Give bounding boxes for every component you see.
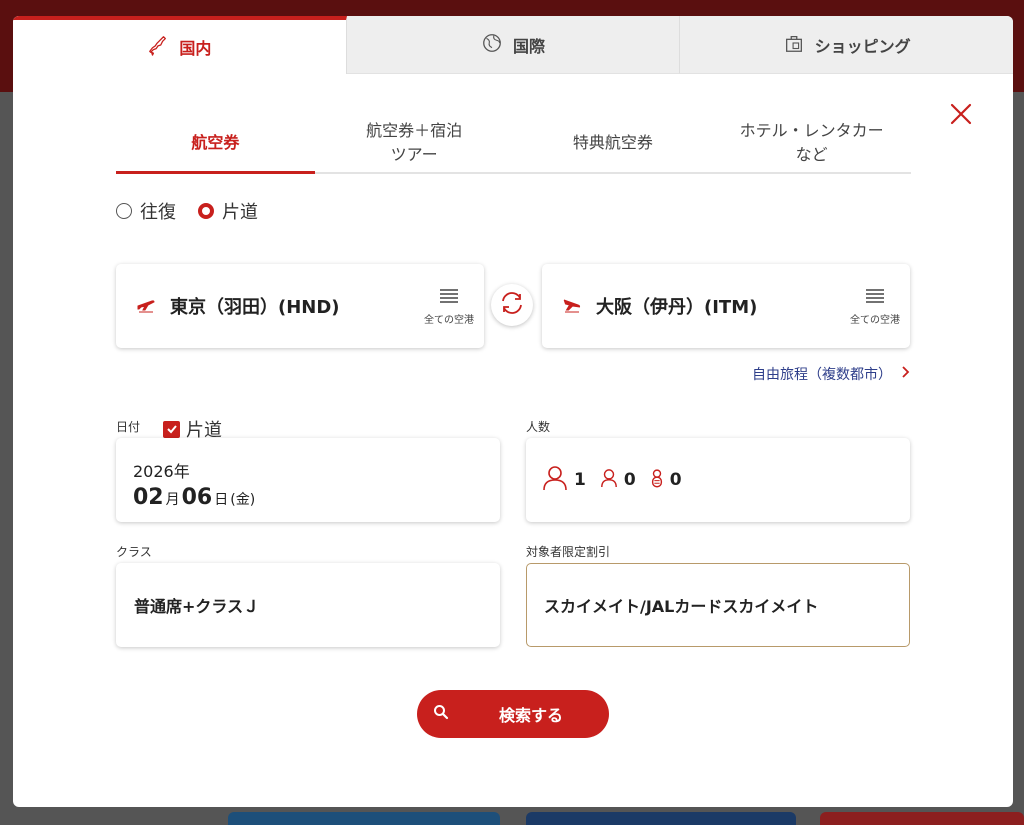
departure-airport-field[interactable]: 東京（羽田）(HND) 全ての空港: [116, 264, 484, 348]
class-select[interactable]: 普通席+クラスＪ: [116, 563, 500, 647]
tab-label: ショッピング: [814, 36, 911, 56]
multi-city-label: 自由旅程（複数都市）: [752, 367, 892, 383]
japan-map-icon: [147, 34, 169, 60]
adult-icon: [542, 465, 568, 496]
passengers-field[interactable]: 1 0 0: [526, 438, 910, 522]
globe-icon: [481, 32, 503, 58]
search-button-label: 検索する: [498, 706, 563, 725]
tab-label: 国内: [179, 39, 212, 58]
tab-shopping[interactable]: ショッピング: [680, 16, 1013, 74]
discount-value: スカイメイト/JALカードスカイメイト: [544, 597, 819, 616]
radio-label: 往復: [140, 202, 176, 223]
date-value: 02 月 06 日 (金): [133, 485, 500, 510]
trip-type-selector: 往復 片道: [116, 198, 258, 224]
background-card: [526, 812, 796, 825]
child-count: 0: [600, 465, 636, 496]
adult-count-value: 1: [574, 470, 586, 490]
discount-label: 対象者限定割引: [526, 545, 611, 559]
tab-label: 国際: [513, 36, 546, 56]
tab-award-tickets[interactable]: 特典航空券: [514, 114, 713, 172]
shopping-bag-icon: [783, 32, 805, 58]
tab-hotel-rental-car[interactable]: ホテル・レンタカー など: [712, 114, 911, 172]
tab-tickets-and-hotel[interactable]: 航空券＋宿泊 ツアー: [315, 114, 514, 172]
all-airports-button[interactable]: 全ての空港: [850, 288, 900, 326]
close-button[interactable]: [947, 100, 975, 128]
search-button[interactable]: 検索する: [417, 690, 609, 738]
infant-count-value: 0: [669, 470, 682, 490]
sub-tabs: 航空券 航空券＋宿泊 ツアー 特典航空券 ホテル・レンタカー など: [116, 114, 911, 174]
departure-airport-name: 東京（羽田）(HND): [170, 297, 340, 318]
list-icon: [439, 288, 459, 311]
arrival-plane-icon: [562, 294, 582, 318]
child-icon: [600, 465, 618, 496]
radio-label: 片道: [222, 202, 258, 223]
round-trip-radio[interactable]: 往復: [116, 198, 176, 224]
checkbox-checked-icon: [163, 420, 180, 438]
list-icon: [865, 288, 885, 311]
booking-modal: 国内 国際 ショッピング 航空券 航空券＋宿泊 ツアー 特典航空券 ホテル・レン…: [13, 16, 1013, 807]
infant-icon: [650, 465, 664, 496]
close-icon: [947, 103, 975, 132]
class-label: クラス: [116, 545, 152, 559]
chevron-right-icon: [902, 366, 910, 382]
all-airports-label: 全ての空港: [850, 315, 900, 326]
background-card: [820, 812, 1024, 825]
radio-checked-icon: [198, 203, 214, 219]
tab-airline-tickets[interactable]: 航空券: [116, 114, 315, 174]
departure-plane-icon: [136, 294, 156, 318]
all-airports-label: 全ての空港: [424, 315, 474, 326]
date-field[interactable]: 2026年 02 月 06 日 (金): [116, 438, 500, 522]
date-day: 06: [181, 485, 213, 510]
discount-select[interactable]: スカイメイト/JALカードスカイメイト: [526, 563, 910, 647]
adult-count: 1: [542, 465, 586, 496]
multi-city-link[interactable]: 自由旅程（複数都市）: [752, 364, 910, 384]
date-month-unit: 月: [165, 492, 180, 508]
date-weekday: (金): [230, 492, 256, 508]
date-day-unit: 日: [214, 492, 229, 508]
class-value: 普通席+クラスＪ: [134, 597, 260, 616]
radio-unchecked-icon: [116, 203, 132, 219]
tab-international[interactable]: 国際: [346, 16, 681, 74]
swap-icon: [497, 288, 527, 322]
all-airports-button[interactable]: 全ての空港: [424, 288, 474, 326]
date-label: 日付: [116, 420, 141, 434]
arrival-airport-name: 大阪（伊丹）(ITM): [596, 297, 758, 318]
infant-count: 0: [650, 465, 682, 496]
arrival-airport-field[interactable]: 大阪（伊丹）(ITM) 全ての空港: [542, 264, 910, 348]
one-way-radio[interactable]: 片道: [198, 198, 258, 224]
date-month: 02: [133, 485, 164, 510]
date-year: 2026年: [133, 462, 190, 481]
background-card: [228, 812, 500, 825]
passengers-label: 人数: [526, 420, 551, 434]
swap-airports-button[interactable]: [491, 284, 533, 326]
top-tabs: 国内 国際 ショッピング: [13, 16, 1013, 74]
child-count-value: 0: [623, 470, 636, 490]
tab-domestic[interactable]: 国内: [13, 16, 347, 74]
